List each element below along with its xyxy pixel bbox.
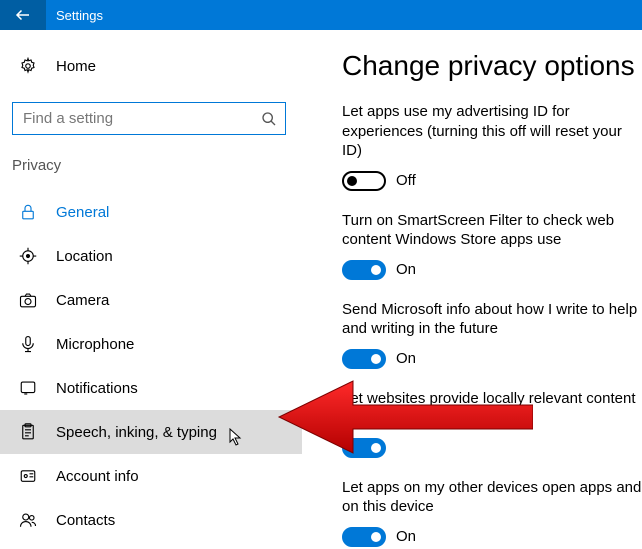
- privacy-block: Turn on SmartScreen Filter to check web …: [342, 211, 642, 280]
- page-title: Change privacy options: [342, 50, 642, 82]
- toggle[interactable]: On: [342, 349, 642, 369]
- search-box[interactable]: [12, 102, 286, 135]
- sidebar-item-contacts[interactable]: Contacts: [0, 498, 302, 542]
- sidebar-item-label: Account info: [56, 468, 139, 485]
- sidebar-item-label: Contacts: [56, 512, 115, 529]
- sidebar-item-notifications[interactable]: Notifications: [0, 366, 302, 410]
- toggle-label: Off: [396, 172, 416, 189]
- toggle-switch[interactable]: [342, 527, 386, 547]
- sidebar-item-label: Microphone: [56, 336, 134, 353]
- block-text: Let apps use my advertising ID for exper…: [342, 102, 642, 161]
- account-icon: [18, 466, 38, 486]
- sidebar-item-speech[interactable]: Speech, inking, & typing: [0, 410, 302, 454]
- block-text: Let apps on my other devices open apps a…: [342, 478, 642, 517]
- gear-icon: [18, 56, 38, 76]
- clipboard-icon: [18, 422, 38, 442]
- arrow-left-icon: [14, 6, 32, 24]
- window-title: Settings: [46, 8, 103, 23]
- toggle[interactable]: On: [342, 260, 642, 280]
- toggle[interactable]: Off: [342, 171, 642, 191]
- sidebar-item-label: Speech, inking, & typing: [56, 424, 217, 441]
- toggle-switch[interactable]: [342, 438, 386, 458]
- sidebar-item-account[interactable]: Account info: [0, 454, 302, 498]
- toggle-switch[interactable]: [342, 171, 386, 191]
- cursor-icon: [229, 428, 243, 446]
- sidebar-item-label: General: [56, 204, 109, 221]
- sidebar: Home Privacy General Location Camera Mic…: [0, 30, 302, 549]
- contacts-icon: [18, 510, 38, 530]
- search-input[interactable]: [23, 110, 261, 127]
- nav-home-label: Home: [56, 58, 96, 75]
- sidebar-item-microphone[interactable]: Microphone: [0, 322, 302, 366]
- section-label: Privacy: [0, 147, 302, 190]
- nav-home[interactable]: Home: [0, 48, 302, 84]
- privacy-block: Let websites provide locally relevant co…: [342, 389, 642, 458]
- sidebar-item-label: Location: [56, 248, 113, 265]
- main-panel: Change privacy options Let apps use my a…: [302, 30, 642, 549]
- location-icon: [18, 246, 38, 266]
- toggle-label: On: [396, 261, 416, 278]
- sidebar-item-label: Notifications: [56, 380, 138, 397]
- back-button[interactable]: [0, 0, 46, 30]
- toggle-switch[interactable]: [342, 349, 386, 369]
- sidebar-item-label: Camera: [56, 292, 109, 309]
- toggle-label: On: [396, 350, 416, 367]
- block-text: Let websites provide locally relevant co…: [342, 389, 642, 428]
- toggle-label: On: [396, 528, 416, 545]
- notifications-icon: [18, 378, 38, 398]
- camera-icon: [18, 290, 38, 310]
- title-bar: Settings: [0, 0, 642, 30]
- lock-icon: [18, 202, 38, 222]
- sidebar-item-location[interactable]: Location: [0, 234, 302, 278]
- toggle[interactable]: On: [342, 527, 642, 547]
- privacy-block: Let apps on my other devices open apps a…: [342, 478, 642, 547]
- microphone-icon: [18, 334, 38, 354]
- search-icon: [261, 111, 277, 127]
- block-text: Turn on SmartScreen Filter to check web …: [342, 211, 642, 250]
- privacy-block: Let apps use my advertising ID for exper…: [342, 102, 642, 191]
- sidebar-item-camera[interactable]: Camera: [0, 278, 302, 322]
- sidebar-item-general[interactable]: General: [0, 190, 302, 234]
- privacy-block: Send Microsoft info about how I write to…: [342, 300, 642, 369]
- block-text: Send Microsoft info about how I write to…: [342, 300, 642, 339]
- toggle-switch[interactable]: [342, 260, 386, 280]
- toggle[interactable]: [342, 438, 642, 458]
